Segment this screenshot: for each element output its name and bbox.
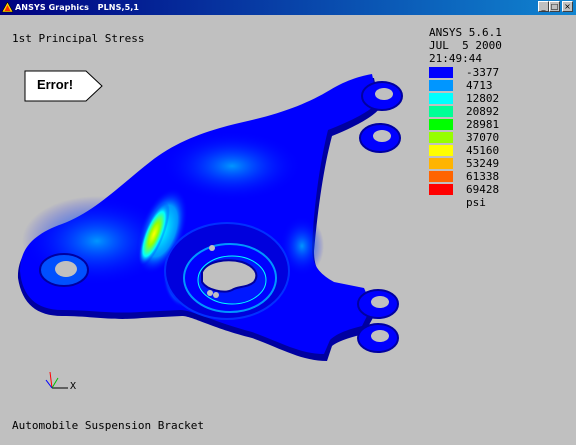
ansys-app-icon[interactable] [2,2,13,13]
triad-x-label: X [70,381,77,392]
maximize-button[interactable]: □ [549,1,560,12]
plot-caption: Automobile Suspension Bracket [12,419,205,432]
window-title: ANSYS Graphics PLNS,5,1 [15,3,140,12]
graphics-viewport[interactable]: 1st Principal Stress Error! ANSYS 5.6.1 … [2,16,574,443]
stress-zone-light [162,131,302,201]
mount-hole [371,330,389,342]
maximize-icon: □ [550,2,559,11]
close-button[interactable]: × [562,1,573,12]
title-bar[interactable]: ANSYS Graphics PLNS,5,1 _ □ × [0,0,576,15]
mount-hole [371,296,389,308]
bracket-model [17,74,403,389]
close-icon: × [564,2,571,11]
ansys-graphics-window: ANSYS Graphics PLNS,5,1 _ □ × 1st Princi… [0,0,576,445]
mount-hole [375,88,393,100]
small-hole [213,292,219,298]
minimize-button[interactable]: _ [538,1,549,12]
coordinate-triad [45,371,68,389]
small-hole [209,245,215,251]
mount-hole [55,261,77,277]
small-hole [207,290,213,296]
mount-hole [373,130,391,142]
minimize-icon: _ [541,2,546,11]
